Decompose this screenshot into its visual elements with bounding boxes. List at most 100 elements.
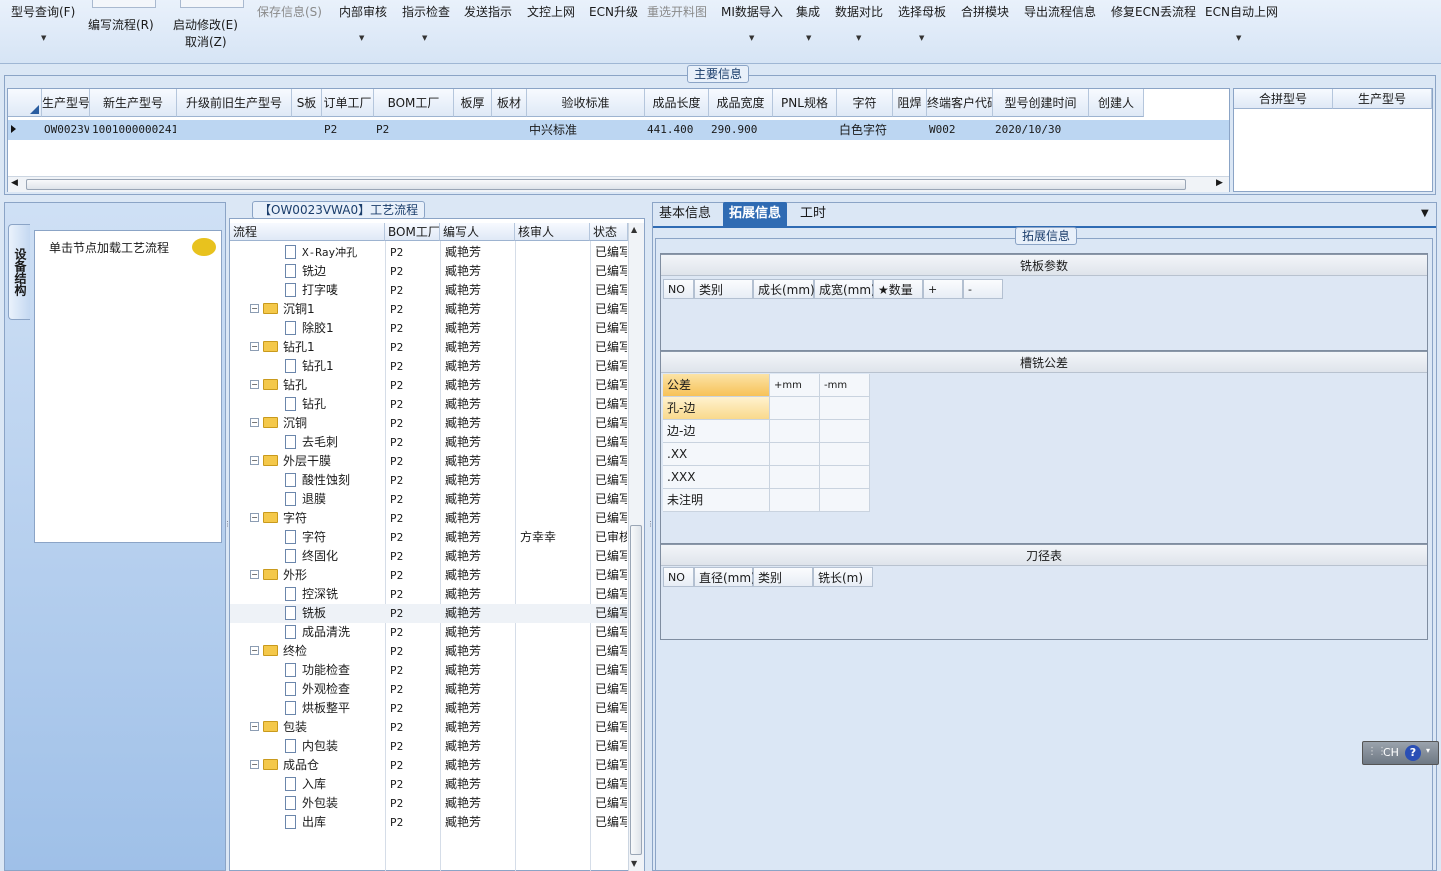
cell-bom[interactable]: P2 [390,661,439,680]
tree-row[interactable]: 字符 P2 臧艳芳 方幸幸 已审核 [230,528,628,547]
tree-node[interactable]: 控深铣 [285,585,385,604]
tree-row[interactable]: 铣边 P2 臧艳芳 已编写 [230,262,628,281]
column-header[interactable]: BOM工厂 [385,223,440,241]
cell-reviewer[interactable] [520,699,589,718]
mi-import-button[interactable]: MI数据导入 [721,3,783,20]
doc-online-button[interactable]: 文控上网 [527,3,575,20]
tree-node[interactable]: 酸性蚀刻 [285,471,385,490]
cell-bom[interactable]: P2 [390,680,439,699]
cell-writer[interactable]: 臧艳芳 [445,680,514,699]
cell-writer[interactable]: 臧艳芳 [445,262,514,281]
cell-reviewer[interactable] [520,471,589,490]
column-header[interactable]: 流程 [230,223,385,241]
column-header[interactable]: 类别 [694,279,753,299]
cancel-button[interactable]: 取消(Z) [185,33,227,50]
cell-reviewer[interactable] [520,490,589,509]
collapse-icon[interactable]: − [250,513,259,522]
ime-toolbar[interactable]: ⋮⋮ CH ? ▾ [1362,741,1439,765]
cell-status[interactable]: 已编写 [595,642,627,661]
tree-node[interactable]: 除胶1 [285,319,385,338]
tolerance-minus-cell[interactable] [820,489,870,512]
column-header[interactable]: + [923,279,963,299]
cell-writer[interactable]: 臧艳芳 [445,471,514,490]
cell-writer[interactable]: 臧艳芳 [445,566,514,585]
tree-row[interactable]: 退膜 P2 臧艳芳 已编写 [230,490,628,509]
tree-node[interactable]: − 终检 [250,642,385,661]
column-header[interactable]: 新生产型号 [90,89,177,117]
cell-status[interactable]: 已编写 [595,813,627,832]
cell-writer[interactable]: 臧艳芳 [445,547,514,566]
cell-writer[interactable]: 臧艳芳 [445,756,514,775]
cell-reviewer[interactable] [520,547,589,566]
column-header[interactable]: S板 [292,89,322,117]
cell-writer[interactable]: 臧艳芳 [445,794,514,813]
tree-node[interactable]: − 沉铜 [250,414,385,433]
column-header[interactable]: NO [663,279,694,299]
cell-status[interactable]: 已编写 [595,509,627,528]
cell-reviewer[interactable] [520,794,589,813]
table-cell[interactable]: 白色字符 [836,120,892,140]
cell-bom[interactable]: P2 [390,300,439,319]
toggle-box[interactable] [180,0,244,8]
tree-node[interactable]: 字符 [285,528,385,547]
cell-writer[interactable]: 臧艳芳 [445,414,514,433]
tree-node[interactable]: − 字符 [250,509,385,528]
tree-row[interactable]: 钻孔1 P2 臧艳芳 已编写 [230,357,628,376]
cell-reviewer[interactable] [520,509,589,528]
cell-status[interactable]: 已编写 [595,680,627,699]
scroll-up-icon[interactable]: ▲ [631,225,637,234]
cell-bom[interactable]: P2 [390,509,439,528]
scroll-down-icon[interactable]: ▼ [631,859,637,868]
tree-row[interactable]: 外观检查 P2 臧艳芳 已编写 [230,680,628,699]
cell-bom[interactable]: P2 [390,737,439,756]
tolerance-row-label[interactable]: 边-边 [663,420,770,443]
cell-status[interactable]: 已编写 [595,794,627,813]
cell-bom[interactable]: P2 [390,699,439,718]
cell-writer[interactable]: 臧艳芳 [445,281,514,300]
tree-row[interactable]: 入库 P2 臧艳芳 已编写 [230,775,628,794]
cell-bom[interactable]: P2 [390,452,439,471]
collapse-icon[interactable]: − [250,456,259,465]
tolerance-plus-cell[interactable] [770,443,820,466]
cell-reviewer[interactable] [520,414,589,433]
collapse-icon[interactable]: − [250,722,259,731]
tree-row[interactable]: − 钻孔 P2 臧艳芳 已编写 [230,376,628,395]
column-header[interactable]: 升级前旧生产型号 [177,89,292,117]
column-header[interactable]: BOM工厂 [374,89,454,117]
cell-status[interactable]: 已编写 [595,452,627,471]
cell-writer[interactable]: 臧艳芳 [445,623,514,642]
tree-node[interactable]: 外观检查 [285,680,385,699]
column-header[interactable]: 验收标准 [527,89,645,117]
cell-writer[interactable]: 臧艳芳 [445,775,514,794]
cell-bom[interactable]: P2 [390,490,439,509]
tree-row[interactable]: 铣板 P2 臧艳芳 已编写 [230,604,628,623]
tree-row[interactable]: − 外层干膜 P2 臧艳芳 已编写 [230,452,628,471]
cell-reviewer[interactable]: 方幸幸 [520,528,589,547]
cell-bom[interactable]: P2 [390,357,439,376]
cell-status[interactable]: 已审核 [595,528,627,547]
write-process-button[interactable]: 编写流程(R) [88,16,154,33]
table-cell[interactable]: P2 [321,120,373,140]
tree-node[interactable]: 铣板 [285,604,385,623]
tree-row[interactable]: − 沉铜 P2 臧艳芳 已编写 [230,414,628,433]
cell-bom[interactable]: P2 [390,585,439,604]
table-cell[interactable] [176,120,291,140]
cell-reviewer[interactable] [520,319,589,338]
column-header[interactable]: 核审人 [515,223,590,241]
cell-writer[interactable]: 臧艳芳 [445,604,514,623]
tree-node[interactable]: X-Ray冲孔 [285,243,385,262]
cell-writer[interactable]: 臧艳芳 [445,490,514,509]
table-cell[interactable] [1088,120,1143,140]
tree-node[interactable]: 钻孔1 [285,357,385,376]
tree-row[interactable]: − 外形 P2 臧艳芳 已编写 [230,566,628,585]
tree-node[interactable]: − 沉铜1 [250,300,385,319]
cell-status[interactable]: 已编写 [595,319,627,338]
tree-node[interactable]: 去毛刺 [285,433,385,452]
tree-node[interactable]: − 钻孔1 [250,338,385,357]
instruction-check-button[interactable]: 指示检查 [402,3,450,20]
cell-bom[interactable]: P2 [390,376,439,395]
column-header[interactable]: 订单工厂 [322,89,374,117]
chevron-down-icon[interactable]: ▼ [749,34,754,42]
cell-reviewer[interactable] [520,718,589,737]
tree-node[interactable]: 功能检查 [285,661,385,680]
